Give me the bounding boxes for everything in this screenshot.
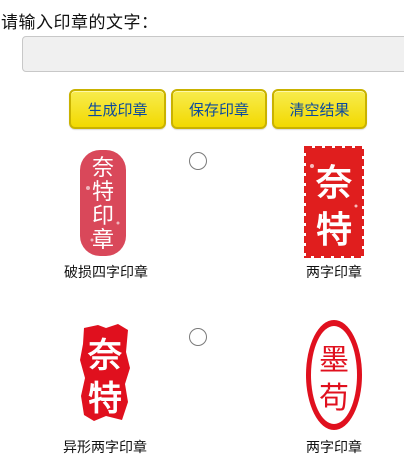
seal-radio-button[interactable] <box>189 152 207 170</box>
clear-results-button[interactable]: 清空结果 <box>272 89 367 129</box>
seal-caption: 两字印章 <box>306 265 362 281</box>
seal-char: 章 <box>92 228 114 253</box>
seal-option-irregular-two[interactable]: 奈 特 <box>78 322 132 424</box>
seal-char: 特 <box>316 210 352 251</box>
seal-char: 墨 <box>319 343 349 378</box>
seal-char: 奈 <box>92 156 114 181</box>
seal-char: 苟 <box>319 381 349 416</box>
seal-char: 特 <box>88 379 122 419</box>
seal-text-input[interactable] <box>22 36 404 72</box>
irregular-two-seal-image: 奈 特 <box>80 324 130 421</box>
save-seal-button[interactable]: 保存印章 <box>171 89 267 129</box>
oval-two-seal-image: 墨 苟 <box>306 320 362 430</box>
seal-caption: 两字印章 <box>306 440 362 456</box>
seal-char: 印 <box>92 204 114 229</box>
seal-char: 特 <box>92 180 114 205</box>
seal-caption: 异形两字印章 <box>63 440 147 456</box>
seal-caption: 破损四字印章 <box>64 265 148 281</box>
generate-seal-button[interactable]: 生成印章 <box>69 89 166 129</box>
two-char-seal-image: 奈 特 <box>304 146 364 258</box>
seal-option-oval-two[interactable]: 墨 苟 <box>304 318 364 432</box>
seal-option-broken-four[interactable]: 奈 特 印 章 <box>78 148 128 258</box>
broken-four-seal-image: 奈 特 印 章 <box>80 150 126 256</box>
seal-char: 奈 <box>315 163 352 204</box>
seal-radio-button[interactable] <box>189 328 207 346</box>
seal-char: 奈 <box>87 336 122 376</box>
prompt-label: 请输入印章的文字： <box>1 13 159 33</box>
seal-option-two-char[interactable]: 奈 特 <box>304 146 364 258</box>
